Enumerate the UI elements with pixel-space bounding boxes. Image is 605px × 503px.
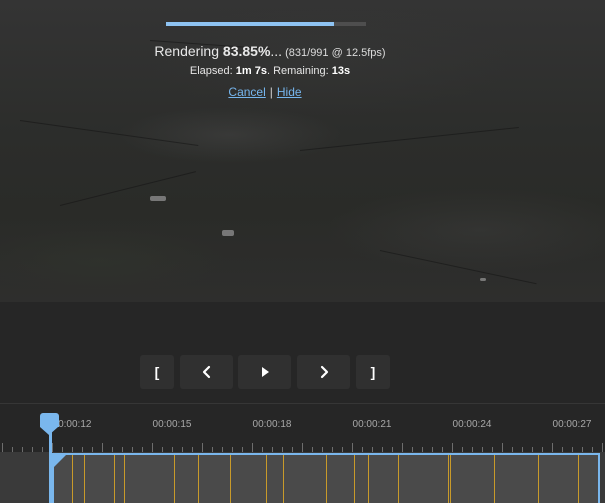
cut-marker <box>283 455 284 503</box>
timeline-clip[interactable] <box>52 453 600 503</box>
timeline-tick <box>402 443 403 452</box>
texture <box>299 127 519 151</box>
texture <box>222 230 234 236</box>
cut-marker <box>326 455 327 503</box>
render-percent: 83.85% <box>222 43 271 59</box>
render-progress-fill <box>166 22 334 26</box>
playhead-handle[interactable] <box>40 413 59 427</box>
cut-marker <box>84 455 85 503</box>
render-status: Rendering 83.85%... (831/991 @ 12.5fps) <box>0 43 540 59</box>
timeline-tick <box>102 443 103 452</box>
cut-marker <box>124 455 125 503</box>
timeline-tick <box>552 443 553 452</box>
cut-marker <box>538 455 539 503</box>
cut-marker <box>494 455 495 503</box>
texture <box>19 120 199 147</box>
timeline-time-label: 00:00:24 <box>452 419 492 430</box>
cut-marker <box>114 455 115 503</box>
timeline-tick <box>202 443 203 452</box>
timeline-ruler[interactable]: 00:00:12 00:00:15 00:00:18 00:00:21 00:00:24… <box>0 404 605 452</box>
timeline-tick <box>502 443 503 452</box>
cancel-link[interactable]: Cancel <box>228 85 265 99</box>
cut-marker <box>450 455 451 503</box>
hide-link[interactable]: Hide <box>277 85 302 99</box>
chevron-left-icon <box>202 365 210 379</box>
render-actions: Cancel | Hide <box>0 85 530 99</box>
video-preview: Rendering 83.85%... (831/991 @ 12.5fps) … <box>0 0 605 302</box>
render-progress-bar <box>166 22 366 26</box>
cut-marker <box>230 455 231 503</box>
previous-frame-button[interactable] <box>180 355 233 389</box>
texture <box>59 171 196 206</box>
actions-separator: | <box>269 85 273 99</box>
play-button[interactable] <box>238 355 291 389</box>
timeline-time-label: 00:00:27 <box>552 419 592 430</box>
render-timing: Elapsed: 1m 7s. Remaining: 13s <box>0 65 540 77</box>
texture <box>150 196 166 201</box>
playhead-pointer <box>40 427 58 435</box>
texture <box>480 278 486 281</box>
timeline-tick <box>2 443 3 452</box>
render-ellipsis: ... <box>270 43 283 59</box>
cut-marker <box>398 455 399 503</box>
cut-marker <box>266 455 267 503</box>
cut-marker <box>72 455 73 503</box>
texture <box>379 250 537 285</box>
timeline-tick <box>302 443 303 452</box>
cut-marker <box>368 455 369 503</box>
timeline-time-label: 00:00:18 <box>252 419 292 430</box>
timeline-tick <box>352 443 353 452</box>
remaining-label: . Remaining: <box>266 65 332 77</box>
timeline-tick <box>52 443 53 452</box>
chevron-right-icon <box>320 365 328 379</box>
elapsed-label: Elapsed: <box>189 65 236 77</box>
remaining-value: 13s <box>331 65 351 77</box>
play-icon <box>261 367 269 377</box>
cut-marker <box>174 455 175 503</box>
mark-out-button[interactable]: ] <box>356 355 390 389</box>
elapsed-value: 1m 7s <box>235 65 267 77</box>
mark-in-button[interactable]: [ <box>140 355 174 389</box>
cut-marker <box>354 455 355 503</box>
timeline-tick <box>252 443 253 452</box>
cut-marker <box>198 455 199 503</box>
timeline-time-label: 00:00:15 <box>152 419 192 430</box>
timeline-time-label: 00:00:21 <box>352 419 392 430</box>
editor-window: Rendering 83.85%... (831/991 @ 12.5fps) … <box>0 0 605 503</box>
next-frame-button[interactable] <box>297 355 350 389</box>
cut-marker <box>578 455 579 503</box>
timeline-tick <box>602 443 603 452</box>
timeline-tick <box>452 443 453 452</box>
clip-corner-marker <box>54 455 66 467</box>
timeline-tick <box>152 443 153 452</box>
render-label: Rendering <box>154 43 223 59</box>
cut-marker <box>448 455 449 503</box>
render-frames: (831/991 @ 12.5fps) <box>282 47 386 59</box>
